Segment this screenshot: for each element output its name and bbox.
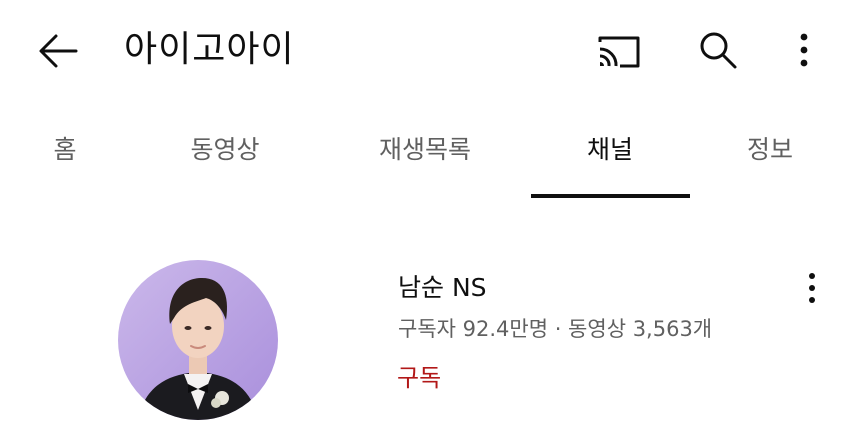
cast-button[interactable] xyxy=(594,30,642,72)
top-app-bar: 아이고아이 xyxy=(0,0,850,100)
more-vertical-icon xyxy=(800,33,808,67)
more-options-button[interactable] xyxy=(790,28,818,72)
page-title: 아이고아이 xyxy=(124,29,295,70)
search-button[interactable] xyxy=(696,28,740,72)
avatar-portrait xyxy=(118,260,278,420)
tab-channels[interactable]: 채널 xyxy=(540,118,680,182)
active-tab-indicator xyxy=(531,194,690,198)
tab-about[interactable]: 정보 xyxy=(730,118,810,182)
channel-more-button[interactable] xyxy=(798,268,826,308)
channel-stats: 구독자 92.4만명 · 동영상 3,563개 xyxy=(398,317,713,341)
more-vertical-icon xyxy=(809,273,815,303)
cast-icon xyxy=(598,36,640,68)
channel-list-item[interactable]: 남순 NS 구독자 92.4만명 · 동영상 3,563개 구독 xyxy=(0,250,850,446)
tab-home[interactable]: 홈 xyxy=(30,118,100,182)
arrow-left-icon xyxy=(39,34,78,68)
back-button[interactable] xyxy=(36,28,82,74)
search-icon xyxy=(700,32,737,69)
subscribe-button[interactable]: 구독 xyxy=(397,358,441,398)
channel-name[interactable]: 남순 NS xyxy=(398,268,487,308)
channel-page: 아이고아이 홈 동영상 재생목록 채널 정보 남순 NS 구독자 92.4만명 … xyxy=(0,0,850,446)
channel-tabs: 홈 동영상 재생목록 채널 정보 xyxy=(0,118,850,200)
tab-playlists[interactable]: 재생목록 xyxy=(350,118,500,182)
tab-videos[interactable]: 동영상 xyxy=(170,118,280,182)
avatar[interactable] xyxy=(118,260,278,420)
